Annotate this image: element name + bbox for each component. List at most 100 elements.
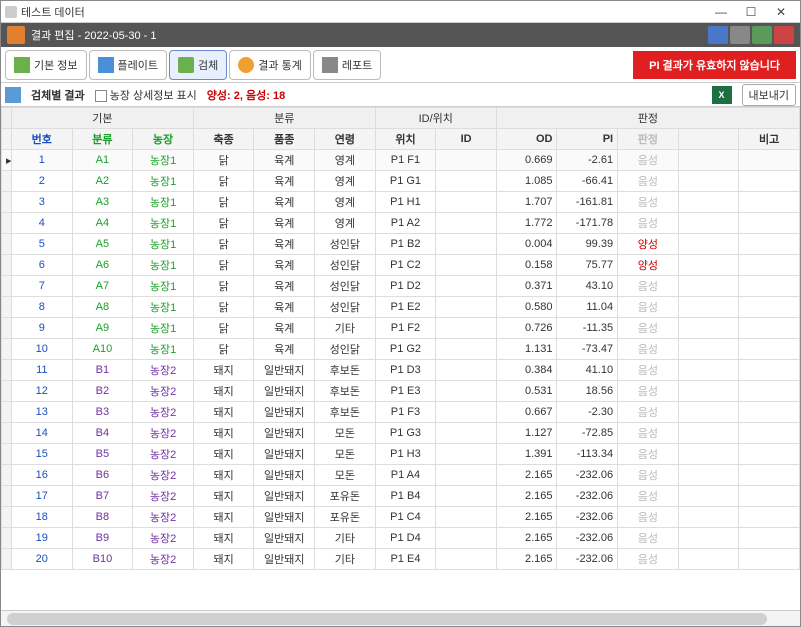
cell-br[interactable]: 일반돼지 (254, 360, 315, 381)
cell-age[interactable]: 후보돈 (315, 402, 376, 423)
cell-age[interactable]: 기타 (315, 528, 376, 549)
cell-od[interactable]: 0.371 (496, 276, 557, 297)
cell-jd[interactable]: 음성 (618, 318, 679, 339)
cell-jd[interactable]: 음성 (618, 192, 679, 213)
cell-od[interactable]: 0.726 (496, 318, 557, 339)
cell-note[interactable] (739, 423, 800, 444)
table-row[interactable]: 18B8농장2돼지일반돼지포유돈P1 C42.165-232.06음성 (2, 507, 800, 528)
group-judge[interactable]: 판정 (496, 108, 799, 129)
cell-note[interactable] (739, 465, 800, 486)
cell-id[interactable] (436, 318, 497, 339)
cell-sp[interactable]: 돼지 (193, 465, 254, 486)
cell-cls[interactable]: A8 (72, 297, 133, 318)
cell-sp[interactable]: 돼지 (193, 549, 254, 570)
cell-od[interactable]: 1.707 (496, 192, 557, 213)
group-class[interactable]: 분류 (193, 108, 375, 129)
cell-od[interactable]: 0.580 (496, 297, 557, 318)
cell-sp[interactable]: 닭 (193, 297, 254, 318)
cell-note[interactable] (739, 255, 800, 276)
cell-seq[interactable]: 10 (12, 339, 73, 360)
cell-note[interactable] (739, 549, 800, 570)
cell-pi[interactable]: -232.06 (557, 465, 618, 486)
cell-note[interactable] (739, 192, 800, 213)
cell-farm[interactable]: 농장2 (133, 402, 194, 423)
cell-br[interactable]: 육계 (254, 255, 315, 276)
cell-id[interactable] (436, 402, 497, 423)
cell-pi[interactable]: 99.39 (557, 234, 618, 255)
cell-id[interactable] (436, 444, 497, 465)
table-row[interactable]: ▸1A1농장1닭육계영계P1 F10.669-2.61음성 (2, 150, 800, 171)
row-handle[interactable] (2, 171, 12, 192)
cell-pos[interactable]: P1 E2 (375, 297, 436, 318)
cell-note[interactable] (739, 528, 800, 549)
cell-od[interactable]: 2.165 (496, 486, 557, 507)
cell-sp[interactable]: 닭 (193, 234, 254, 255)
cell-pi[interactable]: -113.34 (557, 444, 618, 465)
cell-pos[interactable]: P1 D4 (375, 528, 436, 549)
cell-pi[interactable]: 41.10 (557, 360, 618, 381)
cell-age[interactable]: 포유돈 (315, 507, 376, 528)
cell-br[interactable]: 일반돼지 (254, 402, 315, 423)
cell-age[interactable]: 모돈 (315, 423, 376, 444)
cell-age[interactable]: 성인닭 (315, 276, 376, 297)
cell-jd[interactable]: 음성 (618, 549, 679, 570)
cell-age[interactable]: 기타 (315, 318, 376, 339)
cell-id[interactable] (436, 465, 497, 486)
col-od[interactable]: OD (496, 129, 557, 150)
cell-pi[interactable]: -73.47 (557, 339, 618, 360)
cell-age[interactable]: 기타 (315, 549, 376, 570)
col-note[interactable]: 비고 (739, 129, 800, 150)
cell-farm[interactable]: 농장2 (133, 486, 194, 507)
cell-age[interactable]: 후보돈 (315, 381, 376, 402)
cell-pi[interactable]: -232.06 (557, 549, 618, 570)
cell-id[interactable] (436, 255, 497, 276)
cell-id[interactable] (436, 339, 497, 360)
cell-note[interactable] (739, 276, 800, 297)
cell-age[interactable]: 영계 (315, 150, 376, 171)
cell-farm[interactable]: 농장2 (133, 444, 194, 465)
cell-sp[interactable]: 돼지 (193, 486, 254, 507)
cell-farm[interactable]: 농장1 (133, 318, 194, 339)
cell-pi[interactable]: -232.06 (557, 507, 618, 528)
cell-seq[interactable]: 5 (12, 234, 73, 255)
row-handle[interactable] (2, 192, 12, 213)
cell-jd[interactable]: 음성 (618, 528, 679, 549)
cell-farm[interactable]: 농장2 (133, 465, 194, 486)
row-handle[interactable] (2, 507, 12, 528)
cell-seq[interactable]: 4 (12, 213, 73, 234)
cell-br[interactable]: 육계 (254, 234, 315, 255)
cell-pos[interactable]: P1 A4 (375, 465, 436, 486)
cell-pi[interactable]: -232.06 (557, 528, 618, 549)
tool-save-icon[interactable] (708, 26, 728, 44)
cell-age[interactable]: 성인닭 (315, 339, 376, 360)
cell-age[interactable]: 성인닭 (315, 234, 376, 255)
cell-pos[interactable]: P1 F1 (375, 150, 436, 171)
cell-cls[interactable]: A6 (72, 255, 133, 276)
cell-note[interactable] (739, 318, 800, 339)
export-button[interactable]: 내보내기 (742, 84, 796, 106)
cell-seq[interactable]: 11 (12, 360, 73, 381)
cell-note[interactable] (739, 150, 800, 171)
cell-jd[interactable]: 음성 (618, 465, 679, 486)
cell-farm[interactable]: 농장1 (133, 234, 194, 255)
cell-pos[interactable]: P1 B2 (375, 234, 436, 255)
cell-id[interactable] (436, 234, 497, 255)
row-handle[interactable] (2, 402, 12, 423)
cell-age[interactable]: 포유돈 (315, 486, 376, 507)
cell-br[interactable]: 일반돼지 (254, 528, 315, 549)
cell-farm[interactable]: 농장1 (133, 276, 194, 297)
cell-id[interactable] (436, 192, 497, 213)
row-handle[interactable] (2, 381, 12, 402)
cell-jd[interactable]: 음성 (618, 381, 679, 402)
row-handle[interactable] (2, 339, 12, 360)
cell-id[interactable] (436, 150, 497, 171)
cell-id[interactable] (436, 213, 497, 234)
cell-od[interactable]: 0.531 (496, 381, 557, 402)
cell-seq[interactable]: 14 (12, 423, 73, 444)
cell-pi[interactable]: -232.06 (557, 486, 618, 507)
cell-farm[interactable]: 농장1 (133, 255, 194, 276)
cell-cls[interactable]: B6 (72, 465, 133, 486)
row-handle[interactable] (2, 549, 12, 570)
cell-seq[interactable]: 17 (12, 486, 73, 507)
cell-note[interactable] (739, 339, 800, 360)
